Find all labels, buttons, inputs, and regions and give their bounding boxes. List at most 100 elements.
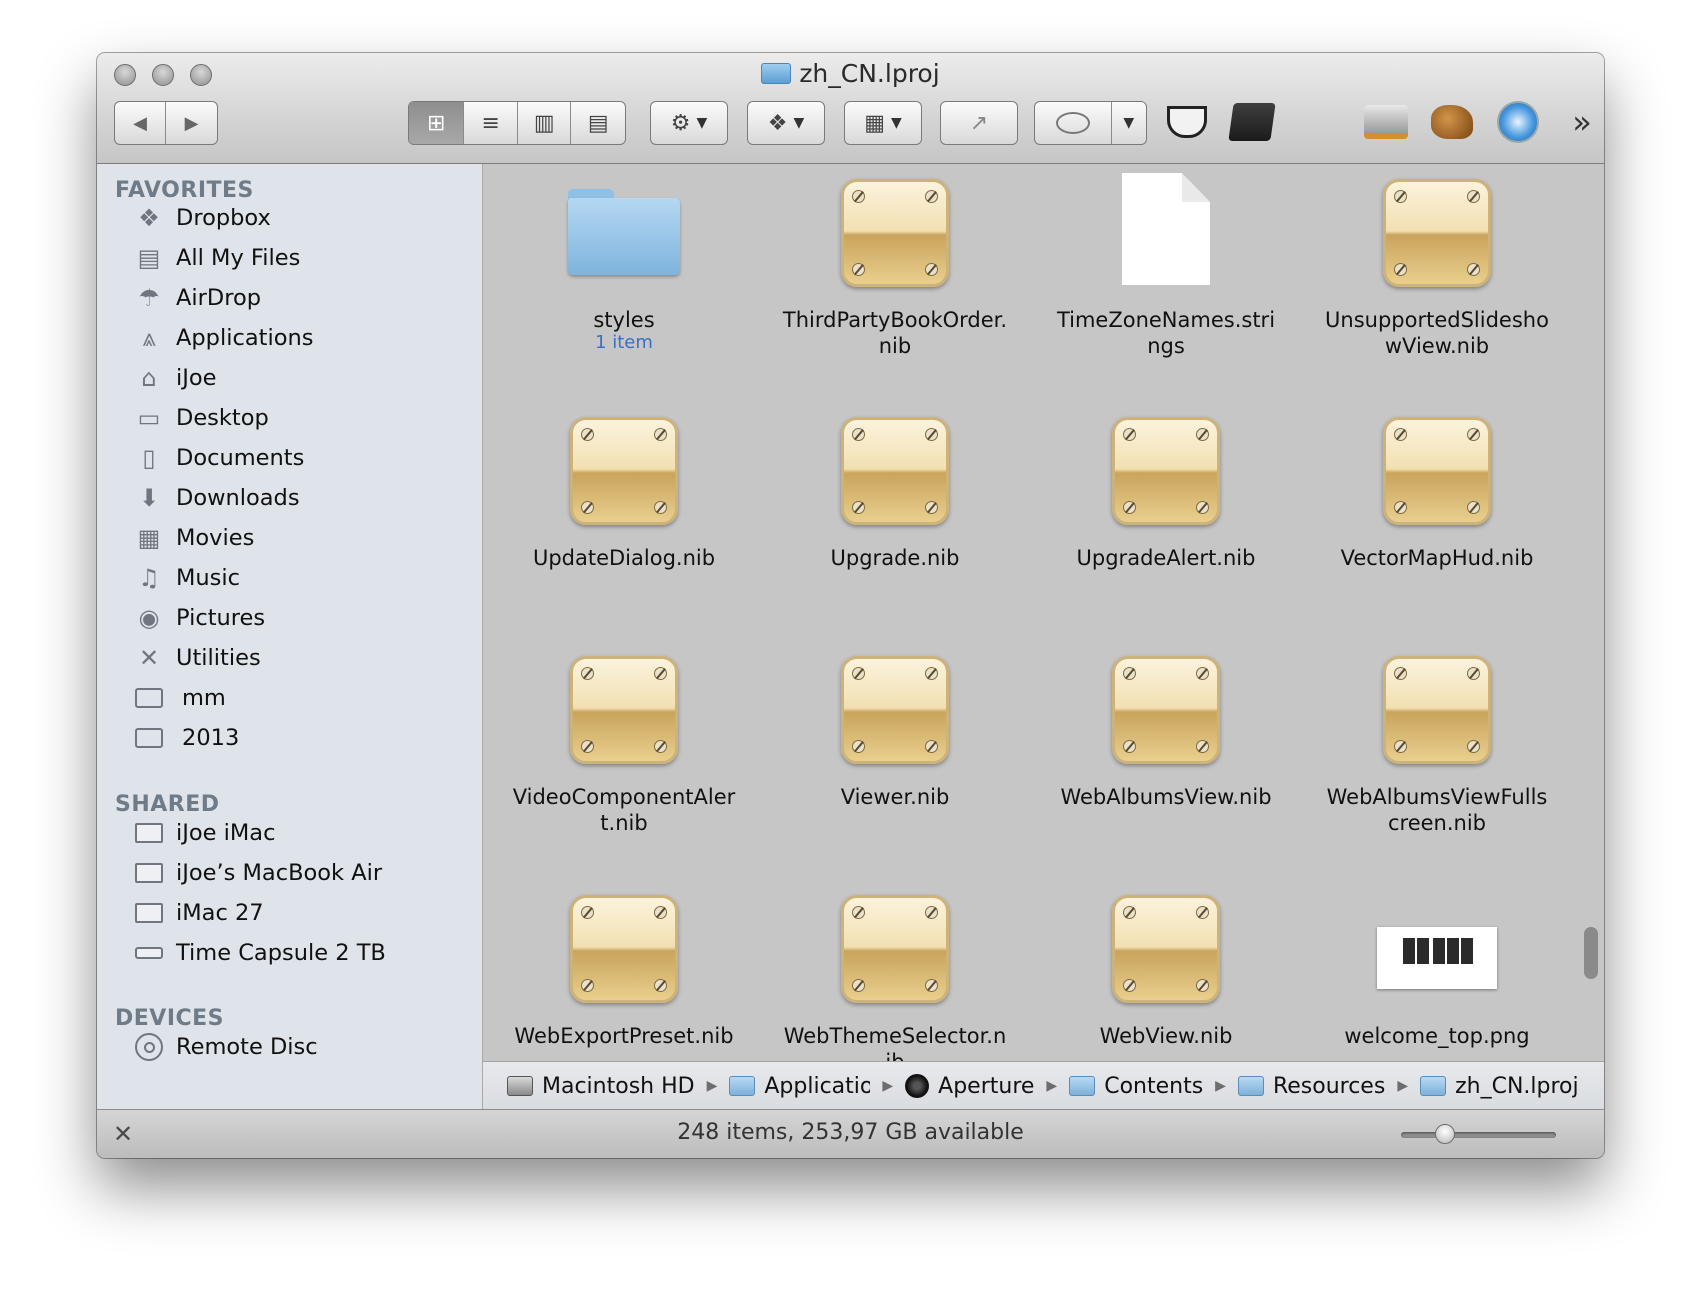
sidebar-item-imac-27[interactable]: iMac 27	[134, 895, 264, 931]
sidebar-item-label: Remote Disc	[176, 1034, 318, 1060]
sidebar-item-dropbox[interactable]: ❖ Dropbox	[134, 200, 271, 236]
coffee-app-icon[interactable]	[1163, 98, 1211, 146]
icon-size-slider[interactable]	[1401, 1124, 1556, 1144]
vertical-scrollbar[interactable]	[1584, 927, 1598, 979]
back-button[interactable]: ◀	[115, 102, 167, 144]
cover-flow-button[interactable]: ▤	[571, 102, 625, 144]
file-item-styles[interactable]: styles 1 item	[494, 173, 754, 353]
status-bar: ✕ 248 items, 253,97 GB available	[97, 1109, 1604, 1158]
file-item-nib[interactable]: VideoComponentAlert.nib	[494, 650, 754, 836]
nib-file-icon	[1106, 889, 1226, 1009]
path-separator-icon: ▶	[882, 1078, 894, 1094]
sidebar-item-all-my-files[interactable]: ▤ All My Files	[134, 240, 301, 276]
nib-file-icon	[564, 650, 684, 770]
gear-icon: ⚙	[670, 110, 691, 136]
sidebar-item-label: Documents	[176, 445, 305, 471]
safari-icon[interactable]	[1494, 98, 1542, 146]
file-name: WebAlbumsView.nib	[1060, 785, 1272, 809]
sidebar-item-2013[interactable]: 2013	[134, 720, 239, 756]
file-item-strings[interactable]: TimeZoneNames.strings	[1036, 173, 1296, 359]
path-item-resources[interactable]: Resources ▶	[1237, 1074, 1420, 1099]
imac-icon	[134, 819, 164, 847]
icon-size-slider-knob[interactable]	[1434, 1124, 1455, 1144]
file-item-png[interactable]: welcome_top.png	[1307, 889, 1567, 1049]
ftp-app-icon[interactable]	[1428, 98, 1476, 146]
sidebar-item-remote-disc[interactable]: Remote Disc	[134, 1029, 318, 1065]
file-name: WebView.nib	[1099, 1024, 1233, 1048]
printer-app-icon[interactable]	[1362, 98, 1410, 146]
path-item-applications[interactable]: Applicatior ▶	[729, 1074, 905, 1099]
sidebar-item-label: Pictures	[176, 605, 266, 631]
share-icon: ↗	[969, 110, 989, 136]
label-tag-control[interactable]: ▼	[1034, 101, 1147, 145]
sidebar-item-macbook-air[interactable]: iJoe’s MacBook Air	[134, 855, 382, 891]
sidebar-item-label: iJoe’s MacBook Air	[176, 860, 383, 886]
file-item-nib[interactable]: WebThemeSelector.nib	[765, 889, 1025, 1061]
sidebar-item-ijoe-imac[interactable]: iJoe iMac	[134, 815, 275, 851]
toolbar-overflow-icon[interactable]: »	[1558, 98, 1604, 146]
sidebar-item-label: All My Files	[176, 245, 301, 271]
file-item-nib[interactable]: WebView.nib	[1036, 889, 1296, 1049]
view-mode-control: ⊞ ≡ ▥ ▤	[408, 101, 626, 145]
sidebar-item-pictures[interactable]: ◉ Pictures	[134, 600, 266, 636]
airdrop-icon: ☂	[138, 284, 160, 312]
sidebar-item-desktop[interactable]: ▭ Desktop	[134, 400, 269, 436]
path-item-contents[interactable]: Contents ▶	[1069, 1074, 1238, 1099]
sidebar-item-movies[interactable]: ▦ Movies	[134, 520, 255, 556]
applications-icon: ⩓	[142, 324, 156, 352]
sidebar-item-airdrop[interactable]: ☂ AirDrop	[134, 280, 261, 316]
sidebar-item-time-capsule[interactable]: Time Capsule 2 TB	[134, 935, 386, 971]
path-separator-icon: ▶	[706, 1078, 718, 1094]
chevron-down-icon: ▼	[696, 115, 708, 131]
file-item-nib[interactable]: WebAlbumsViewFullscreen.nib	[1307, 650, 1567, 836]
action-menu-button[interactable]: ⚙ ▼	[650, 101, 728, 145]
file-item-nib[interactable]: VectorMapHud.nib	[1307, 411, 1567, 571]
file-item-nib[interactable]: Upgrade.nib	[765, 411, 1025, 571]
path-item-zh-cn-lproj[interactable]: zh_CN.lproj	[1420, 1074, 1579, 1099]
sidebar-item-label: Desktop	[176, 405, 269, 431]
label-tag-dropdown[interactable]: ▼	[1112, 102, 1146, 144]
sidebar-item-label: Applications	[176, 325, 314, 351]
sidebar-item-downloads[interactable]: ⬇ Downloads	[134, 480, 300, 516]
laptop-icon	[134, 859, 164, 887]
list-view-icon: ≡	[481, 110, 500, 136]
path-item-aperture[interactable]: Aperture ▶	[905, 1074, 1069, 1099]
folder-action-icon[interactable]	[1228, 98, 1276, 146]
path-item-macintosh-hd[interactable]: Macintosh HD ▶	[507, 1074, 729, 1099]
dropbox-menu-button[interactable]: ❖ ▼	[747, 101, 825, 145]
devices-header: DEVICES	[115, 1006, 225, 1031]
sidebar-item-utilities[interactable]: ✕ Utilities	[134, 640, 261, 676]
sidebar-item-label: Dropbox	[176, 205, 271, 231]
file-item-nib[interactable]: UnsupportedSlideshowView.nib	[1307, 173, 1567, 359]
time-capsule-icon	[134, 939, 164, 967]
file-item-nib[interactable]: WebAlbumsView.nib	[1036, 650, 1296, 810]
sidebar-item-home[interactable]: ⌂ iJoe	[134, 360, 216, 396]
label-tag-button[interactable]	[1035, 102, 1112, 144]
music-icon: ♫	[138, 564, 160, 592]
column-view-button[interactable]: ▥	[518, 102, 572, 144]
aperture-app-icon	[905, 1074, 930, 1098]
list-view-button[interactable]: ≡	[464, 102, 518, 144]
file-item-nib[interactable]: WebExportPreset.nib	[494, 889, 754, 1049]
nib-file-icon	[1377, 650, 1497, 770]
chevron-down-icon: ▼	[1123, 115, 1135, 131]
chevron-down-icon: ▼	[793, 115, 805, 131]
icon-view-button[interactable]: ⊞	[409, 102, 465, 144]
file-item-nib[interactable]: UpdateDialog.nib	[494, 411, 754, 571]
share-button[interactable]: ↗	[940, 101, 1018, 145]
file-item-nib[interactable]: UpgradeAlert.nib	[1036, 411, 1296, 571]
arrange-menu-button[interactable]: ▦ ▼	[844, 101, 922, 145]
file-item-nib[interactable]: Viewer.nib	[765, 650, 1025, 810]
sidebar-item-music[interactable]: ♫ Music	[134, 560, 240, 596]
file-name: welcome_top.png	[1344, 1024, 1530, 1048]
image-thumbnail-icon	[1377, 889, 1497, 1009]
file-item-nib[interactable]: ThirdPartyBookOrder.nib	[765, 173, 1025, 359]
sidebar-item-documents[interactable]: ▯ Documents	[134, 440, 304, 476]
sidebar-item-label: AirDrop	[176, 285, 262, 311]
forward-button[interactable]: ▶	[166, 102, 217, 144]
sidebar-item-label: 2013	[182, 725, 240, 751]
sidebar-item-applications[interactable]: ⩓ Applications	[134, 320, 313, 356]
folder-icon	[761, 63, 792, 84]
sidebar-item-mm[interactable]: mm	[134, 680, 226, 716]
file-name: TimeZoneNames.strings	[1056, 308, 1276, 358]
